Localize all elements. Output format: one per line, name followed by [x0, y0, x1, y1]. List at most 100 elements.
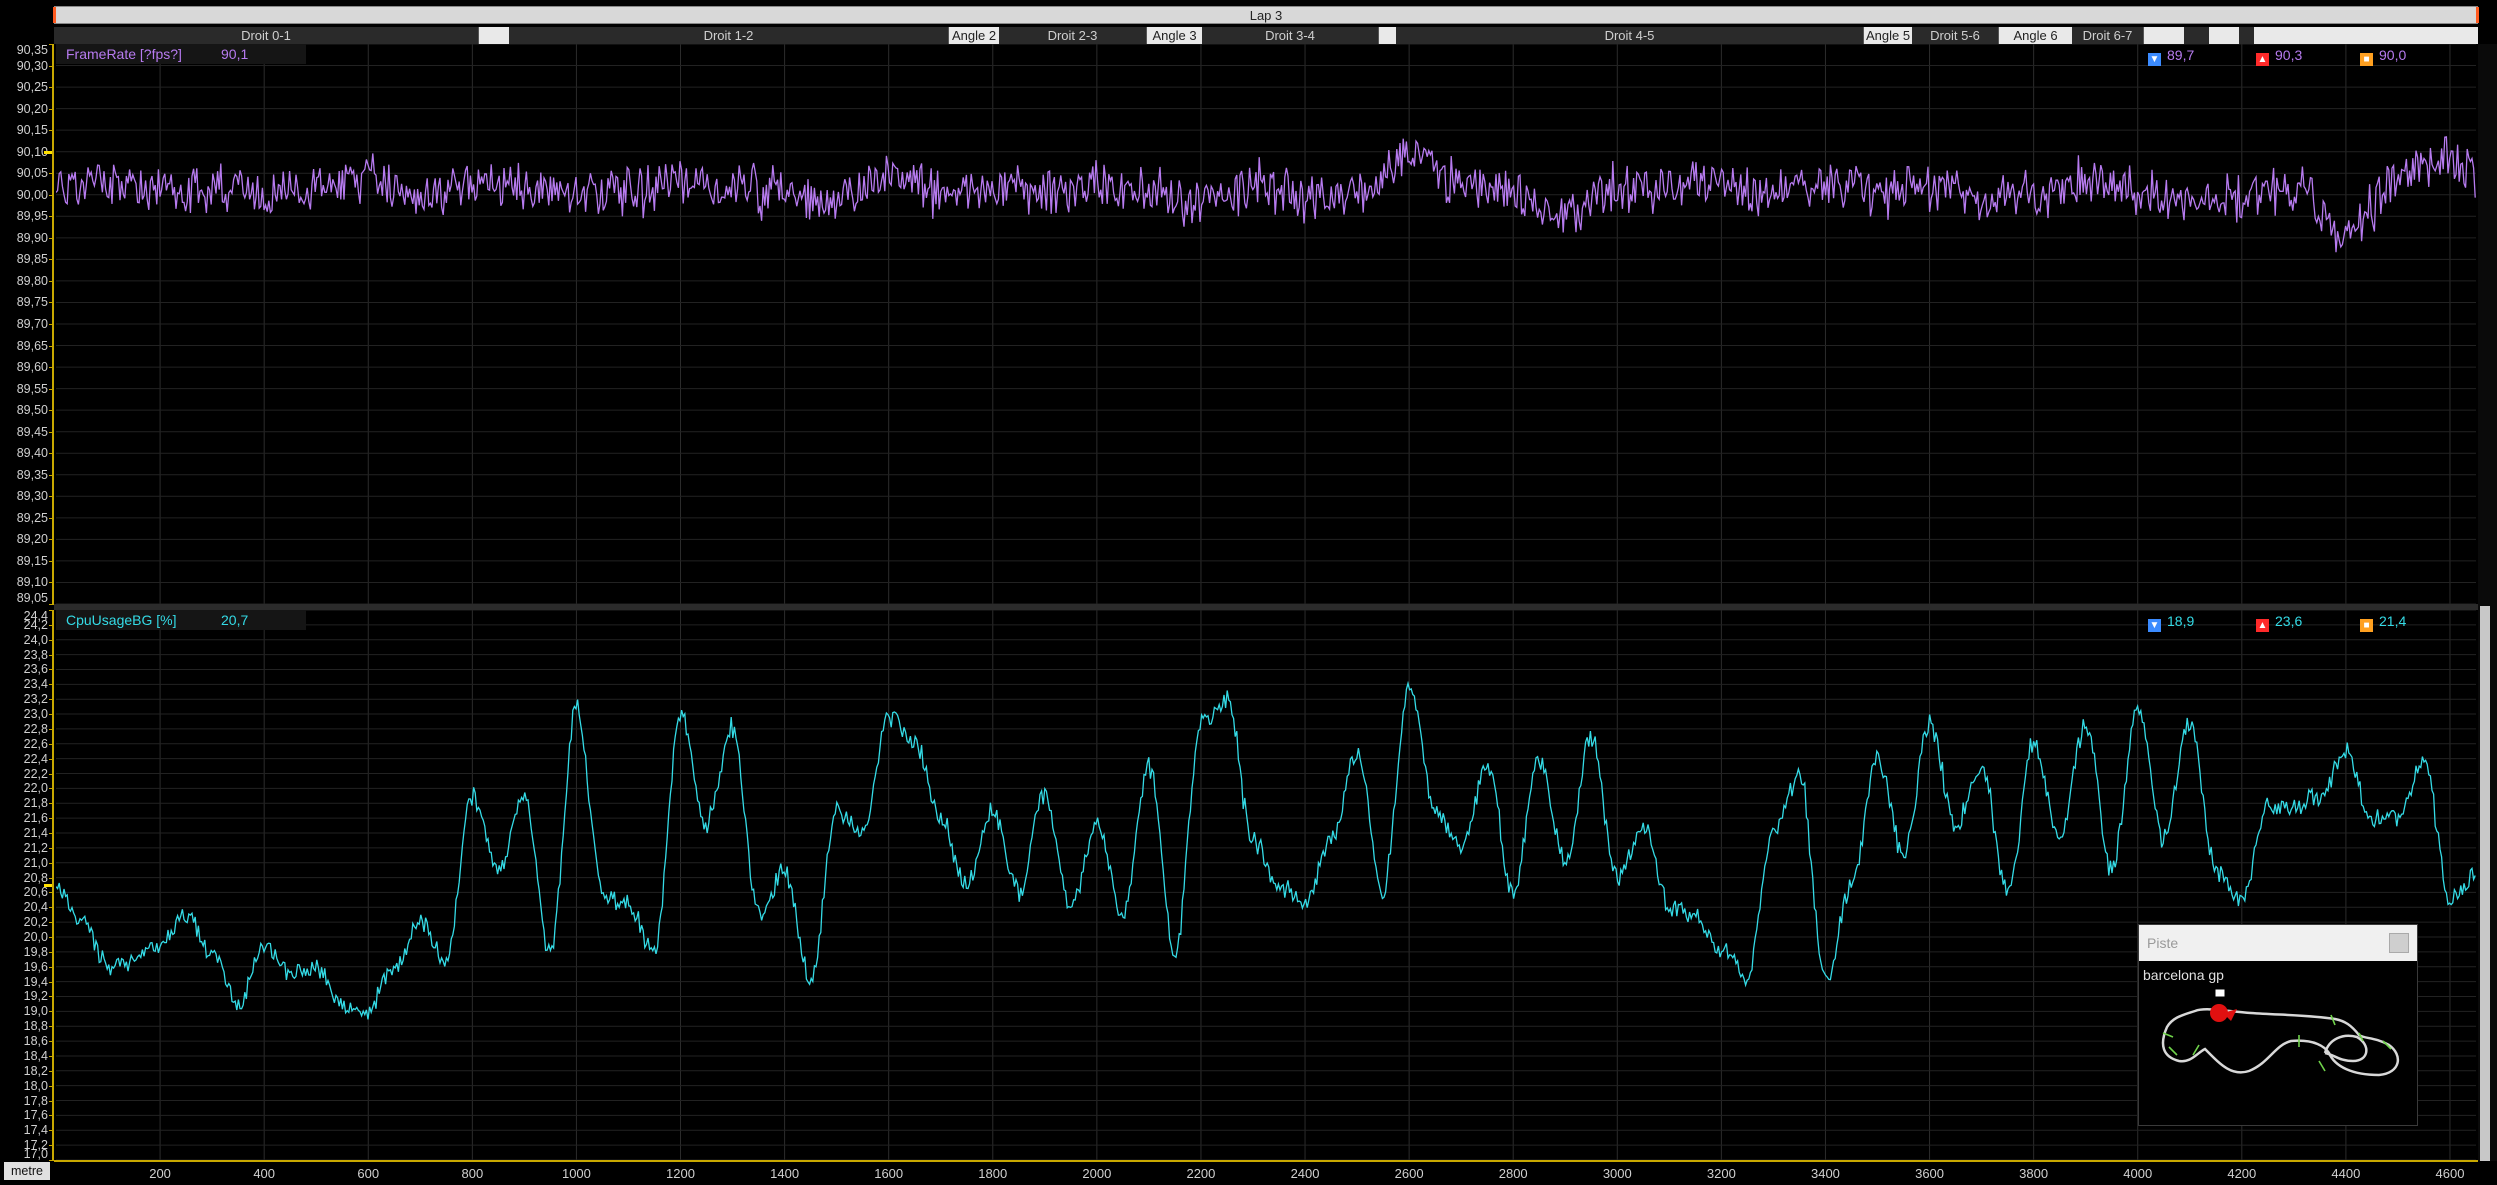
series-line-1	[55, 680, 2476, 1020]
y-tick-label: 17,6	[23, 1108, 48, 1123]
y-tick-label: 22,6	[23, 736, 48, 751]
cpu-min-stat: ▼ 18,9	[2148, 612, 2195, 632]
y-tick-label: 89,60	[16, 360, 48, 375]
y-tick-label: 23,2	[23, 692, 48, 707]
x-tick-label: 600	[357, 1166, 380, 1181]
telemetry-window: Lap 3 Droit 0-1 Droit 1-2 Angle 2 Droit 2-3…	[0, 0, 2497, 1185]
y-tick-label: 19,0	[23, 1004, 48, 1019]
y-tick-label: 89,10	[16, 575, 48, 590]
y-tick-label: 89,25	[16, 510, 48, 525]
track-segment-gap-13[interactable]	[2144, 27, 2184, 44]
x-tick-label: 3800	[2019, 1166, 2049, 1181]
track-segment-droit-5-6[interactable]: Droit 5-6	[1912, 27, 1999, 44]
y-tick-label: 19,2	[23, 989, 48, 1004]
track-segment-angle-5[interactable]: Angle 5	[1864, 27, 1912, 44]
y-tick-label: 89,35	[16, 467, 48, 482]
y-tick-label: 23,4	[23, 677, 48, 692]
track-map-panel[interactable]: Piste barcelona gp	[2138, 924, 2418, 1126]
track-segment-droit-4-5[interactable]: Droit 4-5	[1396, 27, 1864, 44]
framerate-y-axis: 90,35 90,30 90,25 90,20 90,15 90,10 90,05 90,00…	[0, 43, 54, 605]
track-segment-angle-6[interactable]: Angle 6	[1999, 27, 2072, 44]
cpu-chart[interactable]	[55, 609, 2476, 1161]
track-segment-droit-1-2[interactable]: Droit 1-2	[509, 27, 949, 44]
x-axis-unit[interactable]: metre	[4, 1162, 50, 1180]
framerate-chart[interactable]	[55, 43, 2476, 605]
y-tick-label: 21,2	[23, 840, 48, 855]
cpu-min-value: 18,9	[2167, 613, 2195, 629]
track-segment-droit-0-1[interactable]: Droit 0-1	[54, 27, 479, 44]
min-down-arrow-icon: ▼	[2148, 619, 2161, 632]
track-segment-gap-14[interactable]	[2184, 27, 2209, 44]
track-segment-gap-17[interactable]	[2254, 27, 2478, 44]
y-tick-label: 20,4	[23, 900, 48, 915]
y-tick-label: 90,05	[16, 166, 48, 181]
track-segment-gap-7[interactable]	[1379, 27, 1396, 44]
track-segment-gap-1[interactable]	[479, 27, 509, 44]
track-map-header[interactable]: Piste	[2139, 925, 2417, 961]
close-icon[interactable]	[2389, 933, 2409, 953]
x-tick-label: 2800	[1498, 1166, 1528, 1181]
x-tick-label: 1800	[978, 1166, 1008, 1181]
framerate-chart-panel[interactable]: FrameRate [?fps?] 90,1 ▼ 89,7 ▲ 90,3 ■ 90,0	[55, 43, 2476, 605]
y-tick-label: 20,8	[23, 870, 48, 885]
y-tick-label: 90,00	[16, 187, 48, 202]
framerate-avg-stat: ■ 90,0	[2360, 46, 2407, 66]
framerate-y-axis-line	[52, 44, 54, 604]
y-tick-label: 23,8	[23, 647, 48, 662]
x-tick-label: 2600	[1394, 1166, 1424, 1181]
track-segment-angle-3[interactable]: Angle 3	[1147, 27, 1202, 44]
cpu-legend[interactable]: CpuUsageBG [%] 20,7	[56, 610, 306, 630]
framerate-avg-value: 90,0	[2379, 47, 2407, 63]
vertical-scrollbar-thumb[interactable]	[2480, 606, 2490, 1161]
framerate-max-value: 90,3	[2275, 47, 2303, 63]
track-map[interactable]	[2139, 975, 2417, 1125]
y-tick-label: 24,0	[23, 632, 48, 647]
y-tick-label: 23,0	[23, 707, 48, 722]
y-tick-label: 89,70	[16, 317, 48, 331]
track-segment-gap-15[interactable]	[2209, 27, 2239, 44]
track-segment-droit-3-4[interactable]: Droit 3-4	[1202, 27, 1379, 44]
x-tick-label: 3600	[1915, 1166, 1945, 1181]
y-tick-label: 90,15	[16, 123, 48, 138]
y-tick-label: 90,20	[16, 101, 48, 116]
max-up-arrow-icon: ▲	[2256, 53, 2269, 66]
x-tick-label: 3000	[1602, 1166, 1632, 1181]
y-tick-label: 22,2	[23, 766, 48, 781]
y-tick-label: 24,2	[23, 617, 48, 632]
y-tick-label: 18,8	[23, 1019, 48, 1034]
y-tick-label: 90,35	[16, 43, 48, 57]
y-tick-label: 89,45	[16, 424, 48, 439]
cpu-chart-panel[interactable]: CpuUsageBG [%] 20,7 ▼ 18,9 ▲ 23,6 ■ 21,4	[55, 609, 2476, 1161]
x-tick-label: 3200	[1706, 1166, 1736, 1181]
distance-x-axis: 200 400 600 800 1000 1200 1400 1600 1800 2000 2200…	[54, 1160, 2478, 1185]
y-tick-label: 21,8	[23, 796, 48, 811]
y-tick-label: 17,8	[23, 1093, 48, 1108]
track-segment-gap-16[interactable]	[2239, 27, 2254, 44]
cpu-avg-value: 21,4	[2379, 613, 2407, 629]
track-segment-angle-2[interactable]: Angle 2	[949, 27, 999, 44]
y-tick-label: 89,40	[16, 446, 48, 461]
x-tick-label: 1200	[666, 1166, 695, 1181]
y-tick-label: 19,8	[23, 944, 48, 959]
cpu-max-value: 23,6	[2275, 613, 2303, 629]
y-tick-label: 17,4	[23, 1123, 48, 1138]
x-tick-label: 2000	[1082, 1166, 1112, 1181]
max-up-arrow-icon: ▲	[2256, 619, 2269, 632]
framerate-channel-name: FrameRate [?fps?]	[66, 46, 182, 62]
x-tick-label: 200	[149, 1166, 171, 1181]
track-segment-droit-6-7[interactable]: Droit 6-7	[2072, 27, 2144, 44]
y-tick-label: 89,95	[16, 209, 48, 224]
x-tick-label: 1600	[874, 1166, 904, 1181]
cpu-avg-stat: ■ 21,4	[2360, 612, 2407, 632]
y-tick-label: 21,4	[23, 825, 48, 840]
y-tick-label: 21,0	[23, 855, 48, 870]
lap-end-marker[interactable]	[2476, 7, 2479, 23]
y-tick-label: 21,6	[23, 811, 48, 826]
lap-bar[interactable]: Lap 3	[53, 6, 2479, 24]
framerate-legend[interactable]: FrameRate [?fps?] 90,1	[56, 44, 306, 64]
x-tick-label: 4200	[2227, 1166, 2257, 1181]
y-tick-label: 89,55	[16, 381, 48, 396]
track-segment-droit-2-3[interactable]: Droit 2-3	[999, 27, 1147, 44]
cpu-y-axis: 24,4 24,2 24,0 23,8 23,6 23,4 23,2 23,0 22,8 22,6…	[0, 609, 54, 1161]
average-icon: ■	[2360, 619, 2373, 632]
